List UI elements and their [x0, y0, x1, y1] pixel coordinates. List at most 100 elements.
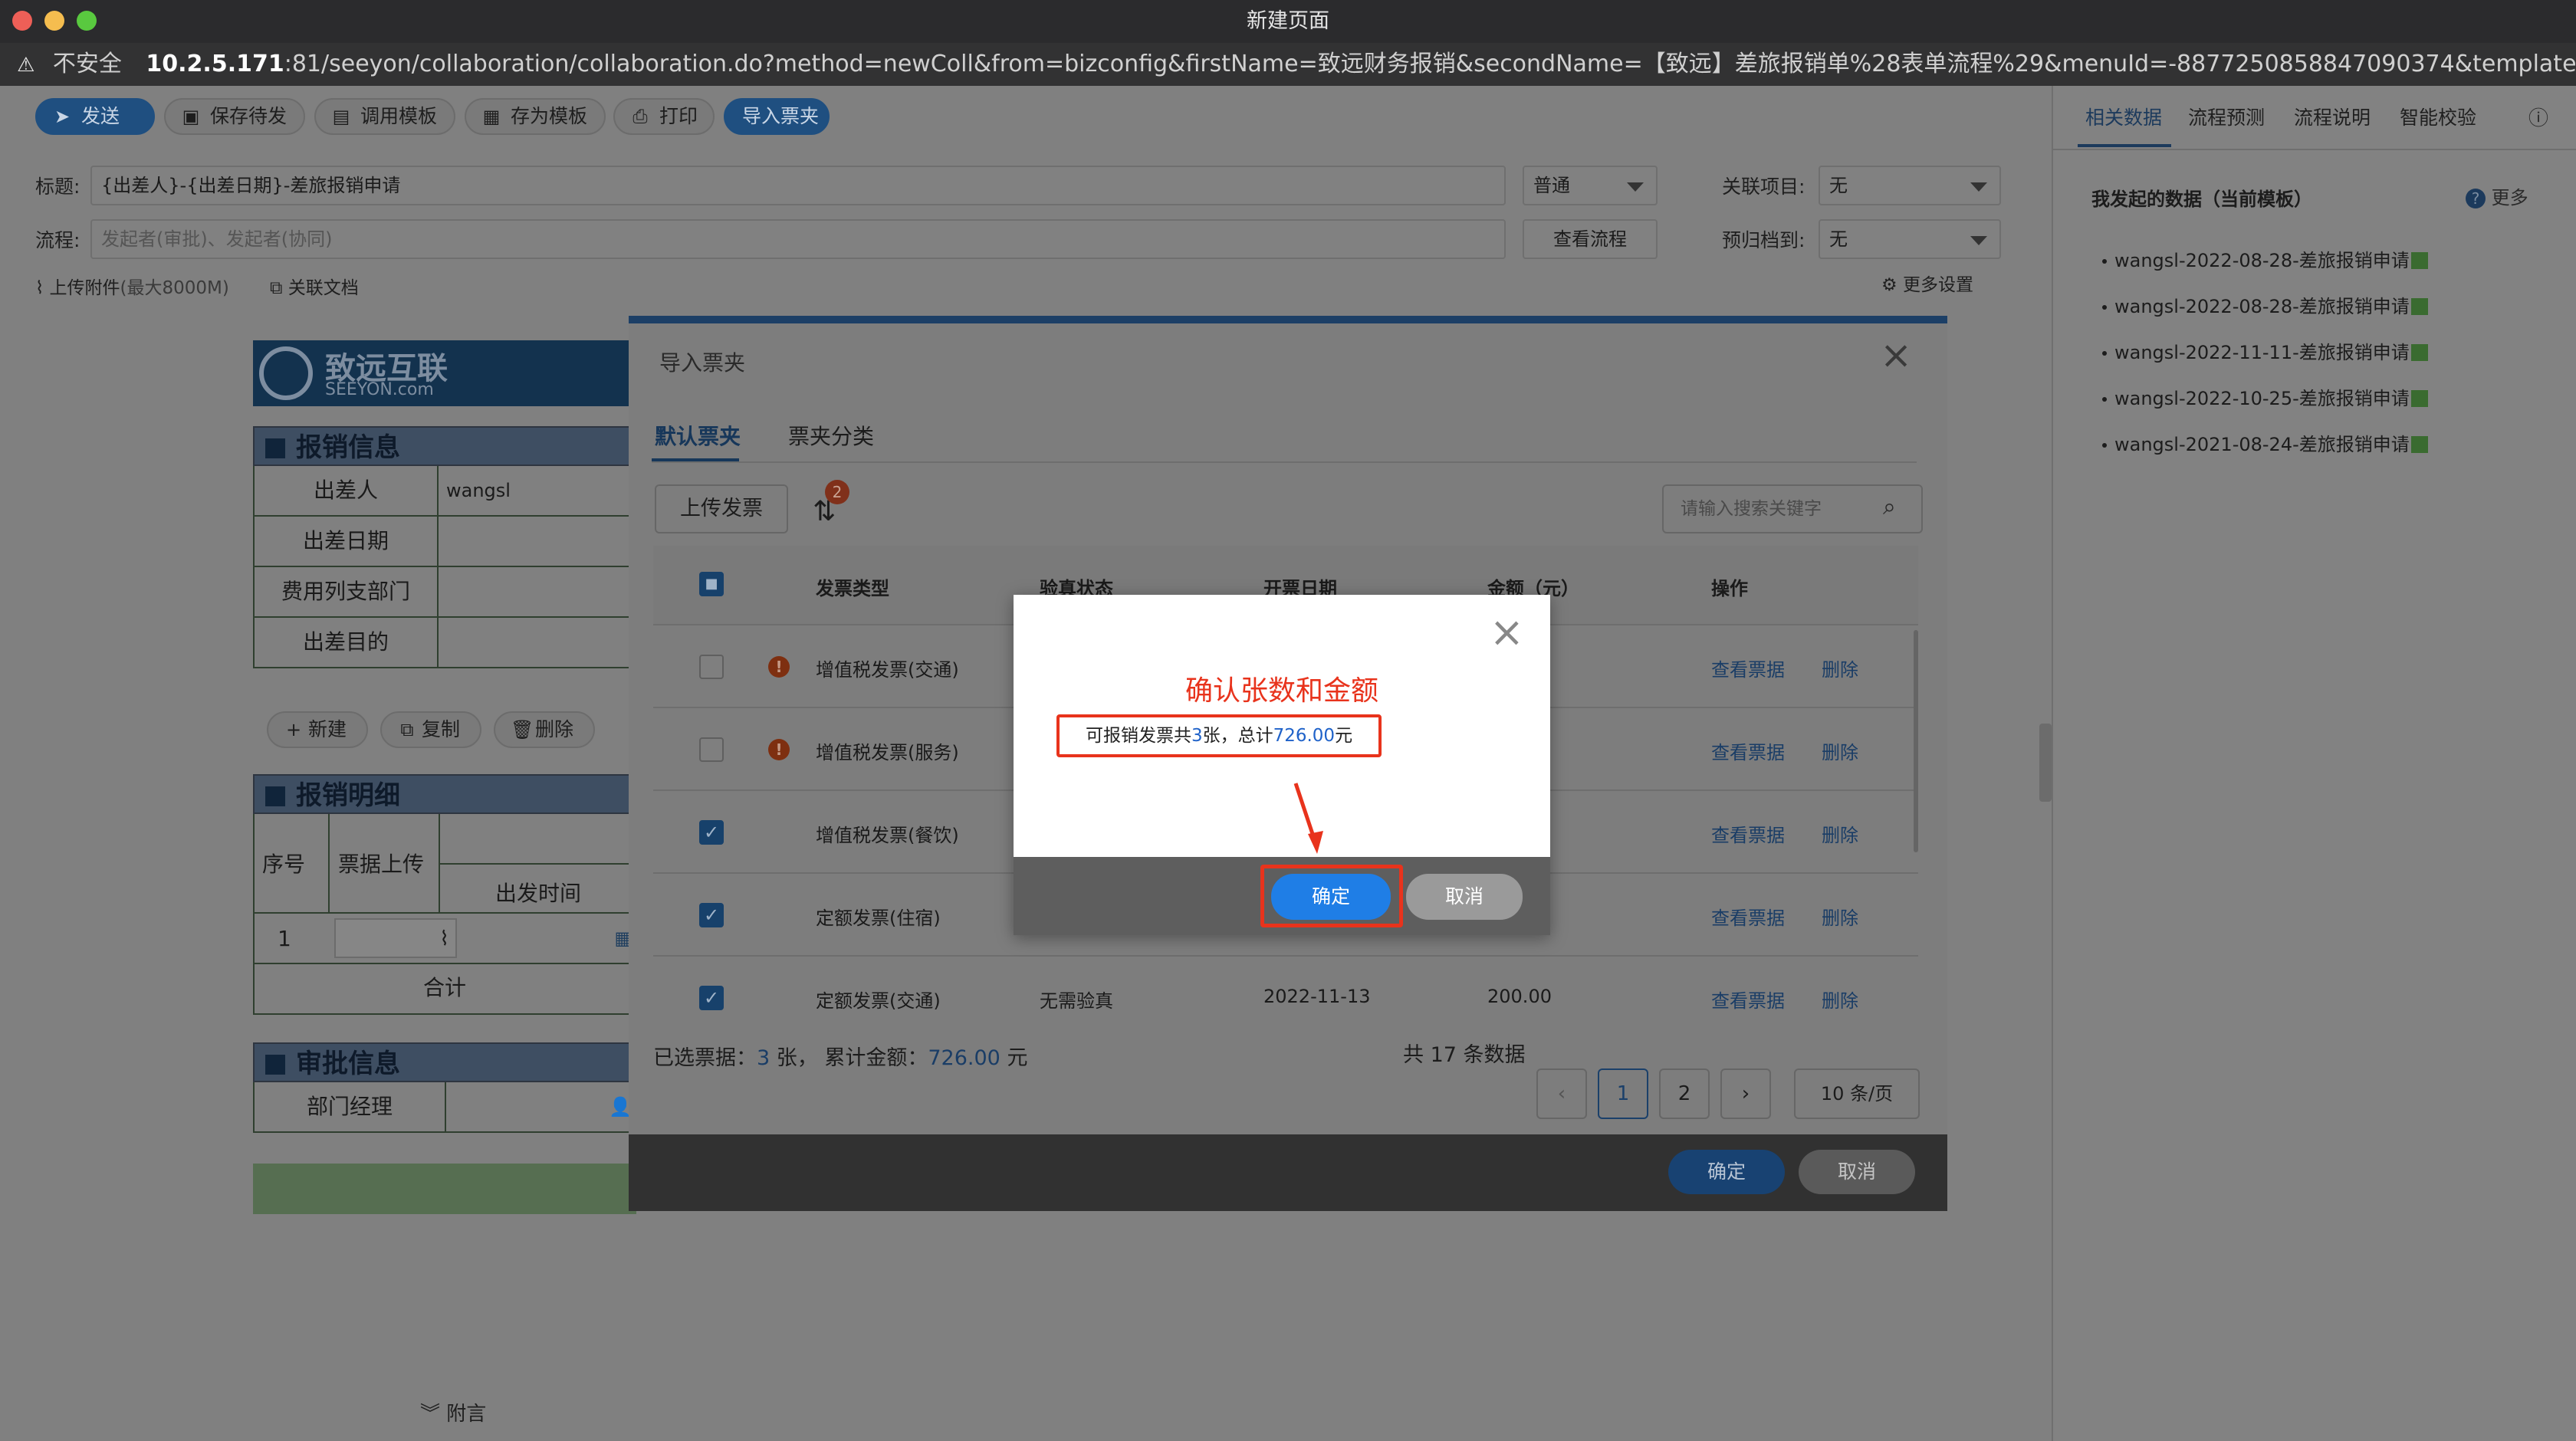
plus-icon: +: [285, 719, 302, 740]
tab-flow-forecast[interactable]: 流程预测: [2188, 103, 2265, 130]
view-flow-button[interactable]: 查看流程: [1523, 219, 1658, 259]
more-link[interactable]: ? 更多: [2466, 182, 2528, 209]
save-template-icon: ▦: [482, 106, 501, 127]
security-label: 不安全: [52, 51, 122, 77]
page-2-button[interactable]: 2: [1659, 1068, 1710, 1119]
save-draft-button[interactable]: ▣ 保存待发: [164, 98, 305, 135]
delete-invoice-link[interactable]: 删除: [1822, 903, 1858, 930]
list-item[interactable]: wangsl-2022-10-25-差旅报销申请: [2102, 383, 2428, 410]
spreadsheet-icon: [2410, 390, 2428, 407]
active-tab-indicator: [2078, 144, 2171, 147]
search-icon[interactable]: ⌕: [1883, 494, 1896, 520]
table-row: ✓ 定额发票(交通) 无需验真 2022-11-13 200.00 查看票据 删…: [653, 957, 1918, 1039]
dialog-ok-button[interactable]: 确定: [1668, 1150, 1785, 1194]
related-doc-link[interactable]: ⧉ 关联文档: [270, 273, 359, 299]
form-row: 费用列支部门: [253, 567, 636, 618]
tab-folder-category[interactable]: 票夹分类: [788, 420, 874, 451]
page-size-select[interactable]: 10 条/页: [1794, 1068, 1920, 1119]
print-button[interactable]: ⎙ 打印: [613, 98, 715, 135]
row-checkbox[interactable]: [699, 737, 724, 762]
paperclip-icon: ⌇: [439, 927, 449, 950]
add-row-button[interactable]: + 新建: [267, 711, 368, 748]
delete-invoice-link[interactable]: 删除: [1822, 820, 1858, 847]
page-1-button[interactable]: 1: [1598, 1068, 1648, 1119]
chevron-down-icon: ︾: [420, 1403, 441, 1426]
confirm-dialog: × 确认张数和金额 可报销发票共3张，总计726.00元 确定 取消: [1014, 595, 1550, 935]
panel-collapse-handle[interactable]: [2039, 724, 2052, 802]
dialog-cancel-button[interactable]: 取消: [1799, 1150, 1915, 1194]
maximize-window-icon[interactable]: [77, 11, 97, 31]
priority-select[interactable]: 普通: [1523, 166, 1658, 205]
view-invoice-link[interactable]: 查看票据: [1711, 655, 1785, 681]
template-icon: ▤: [332, 106, 350, 127]
table-scrollbar[interactable]: [1914, 630, 1918, 852]
warning-icon: !: [768, 656, 790, 678]
sort-count-badge: 2: [825, 480, 849, 504]
copy-icon: ⧉: [400, 719, 414, 740]
invoice-upload-field[interactable]: ⌇: [334, 918, 457, 958]
spreadsheet-icon: [2410, 344, 2428, 361]
flow-input[interactable]: 发起者(审批)、发起者(协同): [90, 219, 1506, 259]
delete-invoice-link[interactable]: 删除: [1822, 655, 1858, 681]
related-project-select[interactable]: 无: [1819, 166, 2001, 205]
tab-related-data[interactable]: 相关数据: [2085, 103, 2162, 130]
delete-invoice-link[interactable]: 删除: [1822, 737, 1858, 764]
list-item[interactable]: wangsl-2022-08-28-差旅报销申请: [2102, 245, 2428, 272]
section-reimburse-info: 报销信息: [253, 426, 636, 466]
more-settings-link[interactable]: ⚙ 更多设置: [1881, 270, 1973, 296]
prev-page-button[interactable]: ‹: [1536, 1068, 1587, 1119]
next-page-button[interactable]: ›: [1720, 1068, 1771, 1119]
paperclip-icon: ⌇: [35, 278, 44, 298]
list-item[interactable]: wangsl-2022-11-11-差旅报销申请: [2102, 337, 2428, 364]
confirm-ok-button[interactable]: 确定: [1271, 874, 1391, 920]
row-checkbox[interactable]: ✓: [699, 903, 724, 927]
view-invoice-link[interactable]: 查看票据: [1711, 986, 1785, 1013]
info-icon[interactable]: ⓘ: [2528, 103, 2548, 131]
archive-select[interactable]: 无: [1819, 219, 2001, 259]
view-invoice-link[interactable]: 查看票据: [1711, 903, 1785, 930]
use-template-button[interactable]: ▤ 调用模板: [314, 98, 455, 135]
upload-attachment-link[interactable]: ⌇ 上传附件(最大8000M): [35, 273, 229, 299]
delete-invoice-link[interactable]: 删除: [1822, 986, 1858, 1013]
title-input[interactable]: {出差人}-{出差日期}-差旅报销申请: [90, 166, 1506, 205]
total-count: 共 17 条数据: [1403, 1043, 1526, 1067]
minimize-window-icon[interactable]: [44, 11, 64, 31]
chevron-down-icon: [1970, 236, 1987, 245]
tab-default-folder[interactable]: 默认票夹: [655, 420, 741, 451]
total-row: 合计: [253, 964, 636, 1015]
row-checkbox[interactable]: [699, 655, 724, 679]
row-checkbox[interactable]: ✓: [699, 986, 724, 1010]
copy-row-button[interactable]: ⧉ 复制: [380, 711, 481, 748]
gear-icon: ⚙: [1881, 275, 1898, 295]
send-icon: ➤: [54, 106, 71, 127]
my-data-title: 我发起的数据（当前模板）: [2091, 189, 2312, 210]
list-item[interactable]: wangsl-2022-08-28-差旅报销申请: [2102, 291, 2428, 318]
flow-label: 流程:: [35, 229, 80, 251]
list-item[interactable]: wangsl-2021-08-24-差旅报销申请: [2102, 429, 2428, 456]
spreadsheet-icon: [2410, 436, 2428, 453]
view-invoice-link[interactable]: 查看票据: [1711, 737, 1785, 764]
close-icon[interactable]: ×: [1880, 336, 1912, 374]
upload-invoice-button[interactable]: 上传发票: [655, 484, 788, 533]
selection-summary: 已选票据：3 张， 累计金额：726.00 元: [653, 1046, 1028, 1070]
delete-row-button[interactable]: 🗑 删除: [494, 711, 595, 748]
row-checkbox[interactable]: ✓: [699, 820, 724, 845]
green-bar: [253, 1164, 636, 1214]
form-row: 部门经理 👤: [253, 1082, 636, 1133]
select-all-checkbox[interactable]: ■: [699, 572, 724, 596]
window-title: 新建页面: [1247, 9, 1329, 33]
confirm-footer: 确定 取消: [1014, 857, 1550, 935]
confirm-cancel-button[interactable]: 取消: [1406, 874, 1523, 920]
attachment-toggle[interactable]: ︾ 附言: [420, 1398, 486, 1426]
form-row: 出差目的: [253, 618, 636, 668]
view-invoice-link[interactable]: 查看票据: [1711, 820, 1785, 847]
send-button[interactable]: ➤ 发送: [35, 98, 155, 135]
tab-flow-desc[interactable]: 流程说明: [2294, 103, 2371, 130]
close-icon[interactable]: ×: [1490, 612, 1524, 653]
save-template-button[interactable]: ▦ 存为模板: [465, 98, 606, 135]
address-bar[interactable]: ⚠ 不安全 10.2.5.171:81/seeyon/collaboration…: [0, 43, 2576, 86]
tab-smart-check[interactable]: 智能校验: [2400, 103, 2476, 130]
close-window-icon[interactable]: [12, 11, 32, 31]
import-invoice-button[interactable]: 导入票夹: [724, 98, 830, 135]
traveler-value[interactable]: wangsl: [446, 466, 511, 515]
